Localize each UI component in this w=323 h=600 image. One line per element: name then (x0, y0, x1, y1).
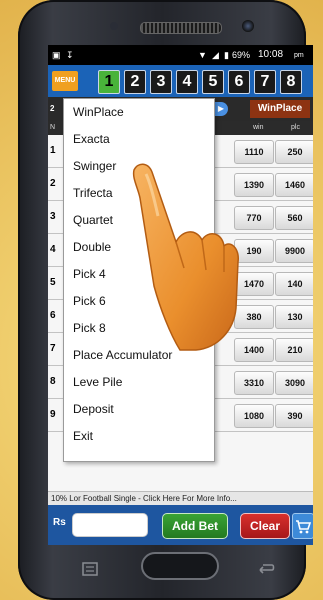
race-2-button[interactable]: 2 (124, 70, 146, 94)
battery-icon: ▮ (224, 50, 229, 60)
place-odds-button[interactable]: 1460 (275, 173, 313, 197)
proximity-sensor (110, 22, 118, 30)
clock-time: 10:08 (258, 49, 284, 60)
col-number-header: N (50, 124, 56, 131)
race-1-button[interactable]: 1 (98, 70, 120, 94)
place-odds-button[interactable]: 130 (275, 305, 313, 329)
earpiece-speaker (140, 22, 222, 34)
runner-number: 9 (50, 409, 56, 420)
menu-item-exacta[interactable]: Exacta (64, 126, 214, 152)
download-notification-icon: ↧ (66, 50, 74, 60)
race-selector-bar: MENU 1 2 3 4 5 6 7 8 (48, 65, 313, 97)
menu-item-leve-pile[interactable]: Leve Pile (64, 369, 214, 395)
clear-button[interactable]: Clear (240, 513, 290, 539)
menu-item-exit[interactable]: Exit (64, 423, 214, 449)
cart-icon (296, 520, 312, 534)
race-header-label: 2 (50, 104, 55, 113)
runner-number: 6 (50, 310, 56, 321)
menu-item-deposit[interactable]: Deposit (64, 396, 214, 422)
race-3-button[interactable]: 3 (150, 70, 172, 94)
screenshot-notification-icon: ▣ (52, 50, 61, 60)
race-5-button[interactable]: 5 (202, 70, 224, 94)
promo-ticker-link[interactable]: 10% Lor Football Single - Click Here For… (48, 491, 313, 505)
place-odds-button[interactable]: 390 (275, 404, 313, 428)
menu-item-winplace[interactable]: WinPlace (64, 99, 214, 125)
bet-bottom-bar: Rs Add Bet Clear (48, 505, 313, 545)
runner-number: 5 (50, 277, 56, 288)
place-odds-button[interactable]: 3090 (275, 371, 313, 395)
pointing-hand-icon (132, 163, 239, 351)
place-odds-button[interactable]: 560 (275, 206, 313, 230)
race-6-button[interactable]: 6 (228, 70, 250, 94)
clock-suffix: pm (294, 52, 304, 59)
front-camera-icon (242, 20, 254, 32)
runner-number: 8 (50, 376, 56, 387)
bet-type-tag: WinPlace (250, 100, 310, 118)
status-bar: ▣ ↧ ▼ ◢ ▮ 69% 10:08 pm (48, 45, 313, 65)
app-screen: ▣ ↧ ▼ ◢ ▮ 69% 10:08 pm MENU 1 2 3 4 5 6 … (48, 45, 313, 545)
col-plc-header: plc (291, 124, 300, 131)
race-7-button[interactable]: 7 (254, 70, 276, 94)
col-win-header: win (253, 124, 264, 131)
race-8-button[interactable]: 8 (280, 70, 302, 94)
signal-icon: ◢ (212, 50, 219, 60)
home-key[interactable] (141, 552, 219, 580)
place-odds-button[interactable]: 210 (275, 338, 313, 362)
menu-button[interactable]: MENU (52, 71, 78, 91)
cart-button[interactable] (292, 513, 313, 539)
stake-amount-input[interactable] (72, 513, 148, 537)
battery-percent: 69% (232, 50, 251, 60)
phone-frame: ▣ ↧ ▼ ◢ ▮ 69% 10:08 pm MENU 1 2 3 4 5 6 … (18, 0, 313, 600)
runner-number: 1 (50, 145, 56, 156)
runner-number: 3 (50, 211, 56, 222)
recent-apps-key-icon[interactable] (80, 562, 100, 576)
back-key-icon[interactable] (256, 562, 276, 576)
place-odds-button[interactable]: 9900 (275, 239, 313, 263)
win-odds-button[interactable]: 1080 (234, 404, 274, 428)
add-bet-button[interactable]: Add Bet (162, 513, 228, 539)
rs-label: Rs (53, 517, 66, 528)
place-odds-button[interactable]: 140 (275, 272, 313, 296)
wifi-icon: ▼ (198, 50, 207, 60)
runner-number: 7 (50, 343, 56, 354)
runner-number: 2 (50, 178, 56, 189)
place-odds-button[interactable]: 250 (275, 140, 313, 164)
race-4-button[interactable]: 4 (176, 70, 198, 94)
runner-number: 4 (50, 244, 56, 255)
win-odds-button[interactable]: 3310 (234, 371, 274, 395)
